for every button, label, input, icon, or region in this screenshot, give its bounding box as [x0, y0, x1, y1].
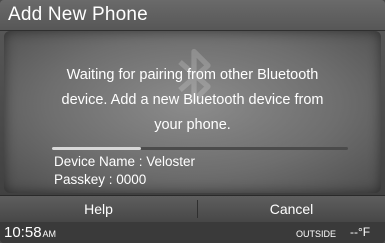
help-button[interactable]: Help [0, 196, 197, 222]
pairing-message: Waiting for pairing from other Bluetooth… [4, 63, 381, 138]
button-bar: Help Cancel [0, 195, 385, 222]
cancel-button[interactable]: Cancel [198, 196, 385, 222]
clock-ampm: AM [42, 229, 57, 239]
pairing-dialog: Waiting for pairing from other Bluetooth… [4, 31, 381, 193]
status-bar: 10:58AM OUTSIDE --°F [0, 222, 385, 243]
outside-temperature: --°F [350, 225, 371, 239]
passkey-text: Passkey : 0000 [54, 172, 147, 187]
clock-time: 10:58 [4, 224, 42, 241]
message-line-1: Waiting for pairing from other Bluetooth [66, 67, 319, 83]
outside-label: OUTSIDE [296, 229, 337, 239]
message-line-3: your phone. [154, 117, 231, 133]
screen: Add New Phone Waiting for pairing from o… [0, 0, 385, 243]
pairing-progress-bar [52, 147, 348, 150]
title-bar: Add New Phone [0, 0, 385, 31]
page-title: Add New Phone [8, 4, 148, 25]
clock: 10:58AM [4, 224, 56, 241]
message-line-2: device. Add a new Bluetooth device from [61, 92, 324, 108]
device-name-text: Device Name : Veloster [54, 154, 196, 169]
pairing-progress-fill [52, 147, 141, 150]
